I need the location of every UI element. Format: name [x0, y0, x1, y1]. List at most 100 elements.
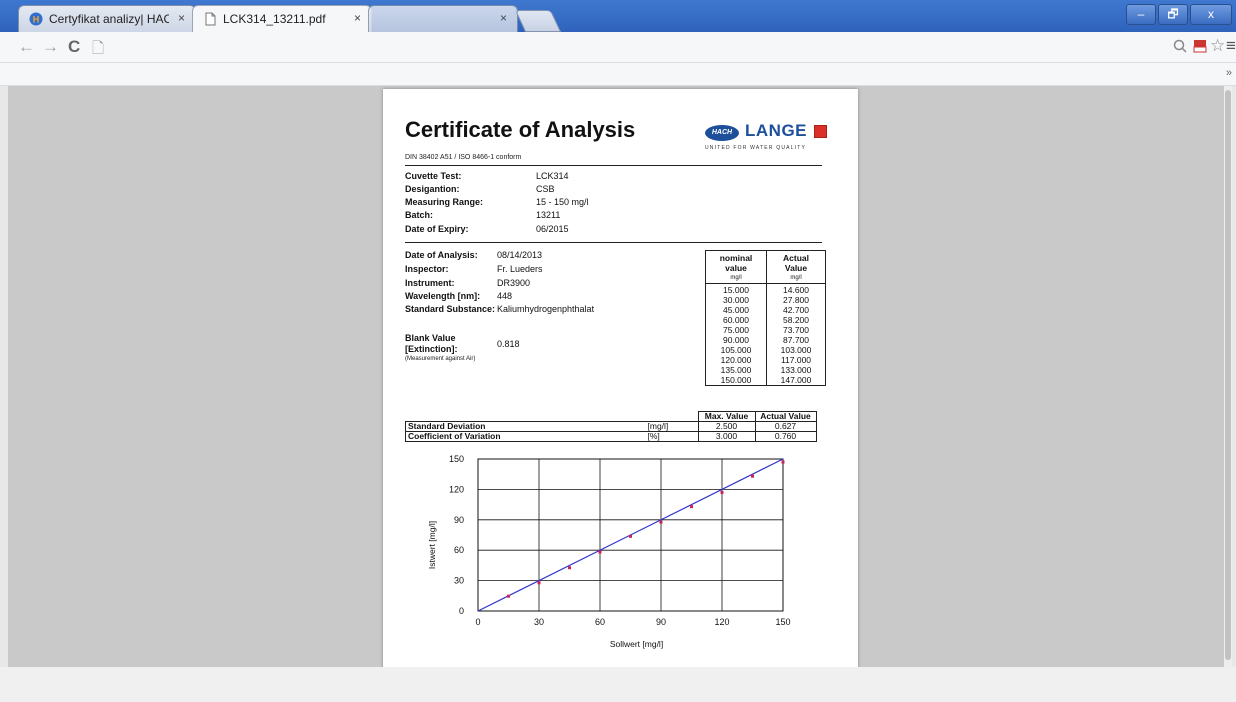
inspector-label: Inspector:: [405, 264, 449, 274]
actual-value: 133.000: [780, 365, 812, 375]
data-point: [751, 474, 754, 478]
divider: [405, 165, 822, 166]
y-axis-label: Istwert [mg/l]: [427, 521, 437, 569]
substance-label: Standard Substance:: [405, 304, 496, 314]
blank-label: Blank Value: [405, 333, 456, 343]
cv-actual: 0.760: [754, 431, 817, 442]
actual-value: 103.000: [780, 345, 812, 355]
star-icon[interactable]: ☆: [1210, 36, 1225, 56]
status-area: [0, 667, 1236, 702]
nominal-value: 135.000: [720, 365, 752, 375]
designation-label: Desigantion:: [405, 184, 460, 194]
data-point: [507, 594, 510, 598]
nominal-unit: mg/l: [730, 275, 742, 281]
actual-values: 14.600 27.800 42.700 58.200 73.700 87.700 103.…: [766, 283, 826, 386]
zoom-icon[interactable]: [1173, 39, 1187, 57]
sd-label: Standard Deviation: [405, 421, 646, 432]
x-tick-label: 90: [656, 617, 666, 627]
x-tick-label: 60: [595, 617, 605, 627]
tab-pdf[interactable]: LCK314_13211.pdf ×: [192, 5, 372, 32]
expiry-label: Date of Expiry:: [405, 224, 469, 234]
x-axis-label: Sollwert [mg/l]: [610, 639, 663, 649]
y-tick-label: 60: [454, 545, 464, 555]
range-value: 15 - 150 mg/l: [536, 197, 589, 207]
max-value-header: Max. Value: [697, 411, 756, 422]
menu-icon[interactable]: ≡: [1226, 36, 1236, 56]
logo-tagline: UNITED FOR WATER QUALITY: [705, 145, 807, 151]
tab-close-icon[interactable]: ×: [178, 11, 185, 25]
actual-value-header: Actual Value: [754, 411, 817, 422]
tab-strip: H Certyfikat analizy| HACH L × LCK314_13…: [0, 0, 1236, 32]
y-tick-label: 90: [454, 515, 464, 525]
tab-blank[interactable]: ×: [368, 5, 518, 32]
sd-unit: [mg/l]: [645, 421, 699, 432]
y-tick-label: 0: [459, 606, 464, 616]
bookmarks-bar: »: [0, 63, 1236, 86]
hach-logo: HACH: [705, 125, 739, 141]
reload-button[interactable]: C: [68, 37, 80, 57]
x-tick-label: 30: [534, 617, 544, 627]
pdf-viewer[interactable]: Certificate of Analysis DIN 38402 A51 / …: [8, 86, 1232, 667]
scrollbar-thumb[interactable]: [1225, 90, 1231, 660]
data-point: [537, 581, 541, 585]
analysis-date-value: 08/14/2013: [497, 250, 543, 260]
x-tick-label: 0: [475, 617, 480, 627]
hach-favicon-icon: H: [29, 12, 43, 26]
new-tab-button[interactable]: [514, 10, 562, 32]
cv-unit: [%]: [645, 431, 699, 442]
nominal-value: 105.000: [720, 345, 752, 355]
bookmarks-more-icon[interactable]: »: [1226, 67, 1232, 79]
blank-note: (Measurement against Air): [405, 356, 476, 362]
data-point: [690, 505, 693, 509]
range-label: Measuring Range:: [405, 197, 484, 207]
data-point: [659, 520, 663, 524]
data-point: [781, 460, 785, 464]
data-point: [568, 566, 571, 570]
expiry-value: 06/2015: [536, 224, 569, 234]
sd-actual: 0.627: [754, 421, 817, 432]
tab-title: LCK314_13211.pdf: [223, 12, 326, 26]
actual-value: 87.700: [783, 335, 809, 345]
wavelength-label: Wavelength [nm]:: [405, 291, 481, 301]
actual-value: 58.200: [783, 315, 809, 325]
nominal-value: 60.000: [723, 315, 749, 325]
data-point: [720, 490, 724, 494]
logo-square-icon: [814, 125, 827, 138]
blank-value: 0.818: [497, 339, 520, 349]
cuvette-value: LCK314: [536, 171, 569, 181]
address-bar[interactable]: [112, 36, 1146, 60]
batch-label: Batch:: [405, 210, 434, 220]
x-tick-label: 150: [775, 617, 790, 627]
nominal-value: 90.000: [723, 335, 749, 345]
nominal-value: 150.000: [720, 375, 752, 385]
designation-value: CSB: [536, 184, 555, 194]
y-tick-label: 120: [449, 484, 464, 494]
back-button[interactable]: ←: [18, 37, 35, 57]
sd-max: 2.500: [697, 421, 756, 432]
nominal-value: 120.000: [720, 355, 752, 365]
tab-certyfikat[interactable]: H Certyfikat analizy| HACH L ×: [18, 5, 196, 32]
page-title: Certificate of Analysis: [405, 117, 636, 142]
calibration-chart: 0 30 60 90 120 150 0 30 60 90 120 150 Sollwert [mg/l…: [427, 454, 791, 649]
tab-close-icon[interactable]: ×: [500, 11, 507, 25]
actual-value: 117.000: [780, 355, 812, 365]
conform-note: DIN 38402 A51 / ISO 8466-1 conform: [405, 154, 522, 161]
scrollbar[interactable]: [1224, 86, 1232, 667]
maximize-button[interactable]: 🗗: [1158, 4, 1188, 25]
wavelength-value: 448: [497, 291, 513, 301]
nominal-value: 15.000: [723, 285, 749, 295]
svg-text:H: H: [33, 15, 40, 25]
y-tick-label: 30: [454, 576, 464, 586]
actual-header-2: Value: [784, 263, 808, 273]
forward-button[interactable]: →: [42, 37, 59, 57]
nominal-header-2: value: [725, 263, 747, 273]
pdf-icon[interactable]: [1193, 39, 1207, 57]
actual-value: 42.700: [783, 305, 809, 315]
actual-header: Actual: [783, 253, 809, 263]
close-window-button[interactable]: x: [1190, 4, 1232, 25]
inspector-value: Fr. Lueders: [497, 264, 543, 274]
toolbar: ← → C 🗋 ☆ ≡: [0, 32, 1236, 63]
blank-label-extinction: [Extinction]:: [405, 344, 458, 354]
minimize-button[interactable]: –: [1126, 4, 1156, 25]
tab-close-icon[interactable]: ×: [354, 11, 361, 25]
